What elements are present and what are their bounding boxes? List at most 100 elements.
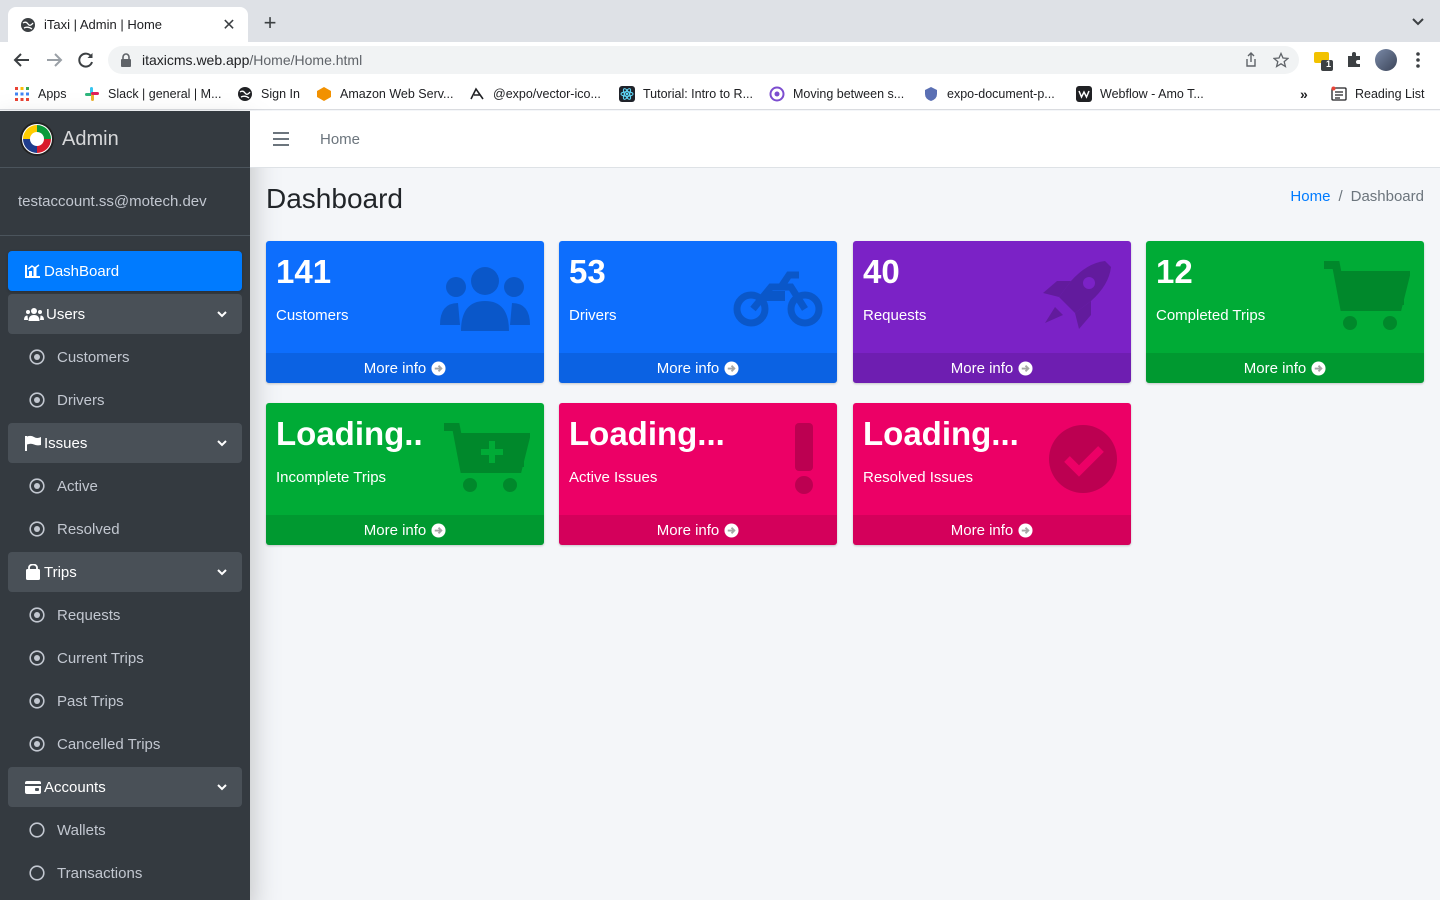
more-info-link[interactable]: More info bbox=[853, 353, 1131, 383]
sidebar-item-cancelled-trips[interactable]: Cancelled Trips bbox=[8, 724, 242, 764]
sidebar-item-label: Current Trips bbox=[57, 649, 144, 667]
react-icon bbox=[619, 86, 635, 102]
tab-title: iTaxi | Admin | Home bbox=[44, 17, 163, 32]
brand-link[interactable]: Admin bbox=[0, 111, 250, 168]
bookmark-expo-vector[interactable]: @expo/vector-ico... bbox=[469, 85, 601, 103]
breadcrumb-home-link[interactable]: Home bbox=[1290, 188, 1330, 205]
apps-grid-icon bbox=[15, 87, 29, 101]
more-info-link[interactable]: More info bbox=[559, 353, 837, 383]
shopping-bag-icon bbox=[26, 564, 40, 580]
browser-tab[interactable]: iTaxi | Admin | Home ✕ bbox=[8, 7, 248, 42]
circle-outline-icon bbox=[29, 865, 45, 881]
more-info-link[interactable]: More info bbox=[266, 515, 544, 545]
users-icon bbox=[24, 308, 44, 321]
card-requests: 40 Requests More info bbox=[853, 241, 1131, 383]
bookmark-moving-between[interactable]: Moving between s... bbox=[769, 85, 904, 103]
sidebar-item-label: Cancelled Trips bbox=[57, 735, 161, 753]
more-info-link[interactable]: More info bbox=[559, 515, 837, 545]
sidebar-item-resolved[interactable]: Resolved bbox=[8, 509, 242, 549]
bookmark-label: Tutorial: Intro to R... bbox=[643, 87, 753, 101]
webflow-icon bbox=[1076, 86, 1092, 102]
puzzle-icon[interactable] bbox=[1344, 50, 1364, 70]
sidebar-item-dashboard[interactable]: DashBoard bbox=[8, 251, 242, 291]
chevron-down-icon bbox=[217, 784, 227, 791]
card-incomplete-trips: Loading.. Incomplete Trips More info bbox=[266, 403, 544, 545]
card-label: Incomplete Trips bbox=[276, 469, 387, 486]
chevron-down-icon bbox=[217, 569, 227, 576]
bookmark-sign-in[interactable]: Sign In bbox=[237, 85, 300, 103]
sidebar-item-label: Resolved bbox=[57, 520, 120, 538]
bookmark-label: Slack | general | M... bbox=[108, 87, 222, 101]
sidebar-item-transactions[interactable]: Transactions bbox=[8, 853, 242, 893]
profile-avatar[interactable] bbox=[1375, 49, 1397, 71]
card-value: Loading... bbox=[569, 415, 725, 452]
more-info-label: More info bbox=[950, 359, 1014, 377]
share-icon[interactable] bbox=[1243, 52, 1259, 68]
more-info-link[interactable]: More info bbox=[1146, 353, 1424, 383]
star-icon[interactable] bbox=[1273, 52, 1289, 68]
sidebar-item-accounts[interactable]: Accounts bbox=[8, 767, 242, 807]
bookmark-expo-document[interactable]: expo-document-p... bbox=[923, 85, 1055, 103]
address-bar[interactable]: itaxicms.web.app/Home/Home.html bbox=[108, 46, 1299, 74]
breadcrumb-current: Dashboard bbox=[1350, 188, 1424, 205]
sidebar-item-customers[interactable]: Customers bbox=[8, 337, 242, 377]
sidebar-item-users[interactable]: Users bbox=[8, 294, 242, 334]
more-info-label: More info bbox=[950, 521, 1014, 539]
new-tab-icon[interactable]: + bbox=[258, 11, 282, 35]
itaxi-logo bbox=[20, 122, 54, 156]
top-navbar: Home bbox=[250, 111, 1440, 168]
reading-list-button[interactable]: Reading List bbox=[1331, 85, 1425, 103]
sidebar-item-trips[interactable]: Trips bbox=[8, 552, 242, 592]
more-info-link[interactable]: More info bbox=[266, 353, 544, 383]
card-label: Active Issues bbox=[569, 469, 658, 486]
cart-icon bbox=[1324, 261, 1410, 330]
dot-circle-icon bbox=[29, 349, 45, 365]
sidebar-item-requests[interactable]: Requests bbox=[8, 595, 242, 635]
bookmark-label: Sign In bbox=[261, 87, 300, 101]
sidebar-item-label: DashBoard bbox=[44, 262, 120, 280]
sidebar-item-drivers[interactable]: Drivers bbox=[8, 380, 242, 420]
github-icon bbox=[470, 87, 484, 100]
sidebar-item-current-trips[interactable]: Current Trips bbox=[8, 638, 242, 678]
card-value: Loading... bbox=[863, 415, 1019, 452]
user-panel[interactable]: testaccount.ss@motech.dev bbox=[0, 168, 250, 236]
more-info-label: More info bbox=[656, 359, 720, 377]
wallet-icon bbox=[25, 781, 41, 794]
arrow-circle-right-icon bbox=[1018, 522, 1033, 538]
lock-icon bbox=[121, 53, 131, 67]
reload-icon[interactable] bbox=[76, 50, 96, 70]
tab-close-icon[interactable]: ✕ bbox=[220, 15, 238, 35]
bookmark-aws[interactable]: Amazon Web Serv... bbox=[316, 85, 453, 103]
card-drivers: 53 Drivers More info bbox=[559, 241, 837, 383]
sidebar-item-label: Customers bbox=[57, 348, 130, 366]
globe-icon bbox=[21, 17, 35, 32]
sidebar-item-wallets[interactable]: Wallets bbox=[8, 810, 242, 850]
circle-outline-icon bbox=[29, 822, 45, 838]
arrow-circle-right-icon bbox=[1311, 360, 1326, 376]
more-bookmarks-button[interactable]: » bbox=[1300, 85, 1308, 103]
sidebar-item-past-trips[interactable]: Past Trips bbox=[8, 681, 242, 721]
sidebar-item-label: Users bbox=[46, 305, 86, 323]
bookmark-webflow[interactable]: Webflow - Amo T... bbox=[1076, 85, 1204, 103]
bookmark-slack[interactable]: Slack | general | M... bbox=[84, 85, 221, 103]
more-info-link[interactable]: More info bbox=[853, 515, 1131, 545]
sidebar-item-issues[interactable]: Issues bbox=[8, 423, 242, 463]
bookmark-react-tutorial[interactable]: Tutorial: Intro to R... bbox=[619, 85, 753, 103]
card-label: Requests bbox=[863, 307, 927, 324]
forward-arrow-icon[interactable] bbox=[44, 50, 64, 70]
extension-icon[interactable]: 1 bbox=[1313, 50, 1333, 71]
hamburger-menu-icon[interactable] bbox=[273, 132, 289, 146]
arrow-circle-right-icon bbox=[724, 360, 739, 376]
dot-circle-icon bbox=[29, 392, 45, 408]
kebab-menu-icon[interactable] bbox=[1408, 50, 1428, 70]
breadcrumb: Home / Dashboard bbox=[1290, 188, 1424, 205]
topnav-home-link[interactable]: Home bbox=[320, 131, 360, 148]
globe-icon bbox=[238, 87, 252, 101]
bookmark-apps[interactable]: Apps bbox=[14, 85, 67, 103]
chevron-down-icon[interactable] bbox=[1410, 14, 1426, 30]
dot-circle-icon bbox=[29, 521, 45, 537]
browser-toolbar: itaxicms.web.app/Home/Home.html 1 bbox=[0, 42, 1440, 78]
sidebar-item-active[interactable]: Active bbox=[8, 466, 242, 506]
browser-tabstrip: iTaxi | Admin | Home ✕ + bbox=[0, 0, 1440, 42]
back-arrow-icon[interactable] bbox=[12, 50, 32, 70]
